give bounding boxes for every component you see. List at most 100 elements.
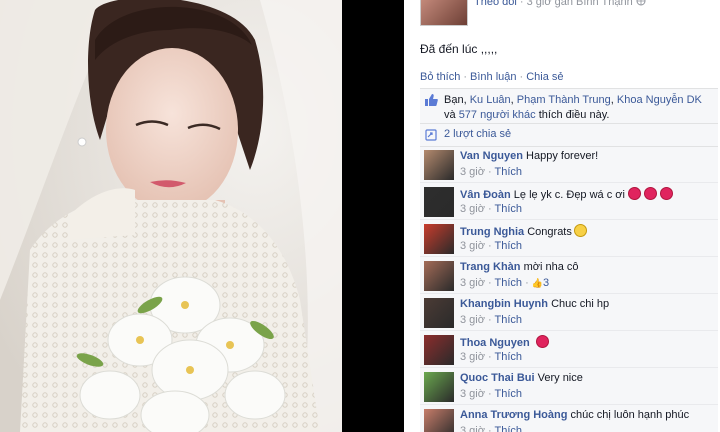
comment-text: Congrats [527, 226, 572, 238]
comment-text: mời nha cô [523, 261, 579, 273]
commenter-name[interactable]: Anna Trương Hoàng [460, 409, 567, 421]
commenter-name[interactable]: Quoc Thai Bui [460, 372, 535, 384]
comment-text: Chuc chi hp [551, 298, 610, 310]
share-icon [425, 129, 437, 141]
shares-count[interactable]: 2 lượt chia sẻ [444, 128, 511, 140]
globe-icon [636, 0, 646, 6]
shares-summary[interactable]: 2 lượt chia sẻ [420, 124, 718, 147]
separator-dot: · [484, 166, 495, 178]
smile-emoji-icon [573, 224, 587, 237]
comment-meta: 3 giờ · Thích [460, 166, 522, 178]
comment-item: Vân Đoàn Lẹ lẹ yk c. Đẹp wá c ơi 3 giờ · … [420, 183, 718, 220]
bride-photo-image [0, 0, 342, 432]
comment-line: Quoc Thai Bui Very nice [460, 372, 583, 384]
commenter-name[interactable]: Khangbin Huynh [460, 298, 548, 310]
comment-item: Anna Trương Hoàng chúc chị luôn hạnh phú… [420, 405, 718, 432]
commenter-name[interactable]: Trang Khàn [460, 261, 521, 273]
separator-dot: · [484, 425, 495, 432]
thumbs-up-icon: 👍 [531, 278, 544, 288]
comment-line: Van Nguyen Happy forever! [460, 150, 598, 162]
comment-item: Trung Nghia Congrats 3 giờ · Thích [420, 220, 718, 257]
separator-dot: · [522, 277, 532, 289]
separator-dot: · [519, 71, 524, 83]
other-likers-link[interactable]: 577 người khác [459, 109, 536, 121]
comment-line: Anna Trương Hoàng chúc chị luôn hạnh phú… [460, 409, 689, 421]
comment-line: Vân Đoàn Lẹ lẹ yk c. Đẹp wá c ơi [460, 187, 673, 201]
likes-text: Bạn, Ku Luân, Phạm Thành Trung, Khoa Ngu… [444, 94, 702, 121]
comment-time[interactable]: 3 giờ [460, 388, 485, 400]
comment-time[interactable]: 3 giờ [460, 166, 485, 178]
commenter-name[interactable]: Trung Nghia [460, 226, 524, 238]
commenter-avatar[interactable] [424, 187, 454, 217]
comment-meta: 3 giờ · Thích [460, 388, 522, 400]
comment-meta: 3 giờ · Thích [460, 314, 522, 326]
likes-suffix: thích điều này. [538, 109, 610, 121]
comment-like-link[interactable]: Thích [495, 166, 523, 178]
unlike-link[interactable]: Bỏ thích [420, 71, 460, 83]
comment-time[interactable]: 3 giờ [460, 277, 485, 289]
heart-emoji-icon [643, 187, 657, 200]
post-text: Đã đến lúc ,,,,, [420, 42, 498, 56]
comment-line: Trang Khàn mời nha cô [460, 261, 578, 273]
commenter-avatar[interactable] [424, 335, 454, 365]
commenter-name[interactable]: Thoa Nguyen [460, 337, 530, 349]
liker-name[interactable]: Khoa Nguyễn DK [617, 94, 702, 106]
comment-like-link[interactable]: Thích [495, 388, 523, 400]
comment-like-count[interactable]: 3 [543, 277, 549, 289]
commenter-avatar[interactable] [424, 150, 454, 180]
comment-like-link[interactable]: Thích [495, 240, 523, 252]
post-time-location: · 3 giờ gần Bình Thạnh [519, 0, 633, 8]
comment-time[interactable]: 3 giờ [460, 425, 485, 432]
heart-emoji-icon [627, 187, 641, 200]
comment-meta: 3 giờ · Thích [460, 425, 522, 432]
commenter-name[interactable]: Van Nguyen [460, 150, 523, 162]
separator-dot: · [484, 277, 495, 289]
comment-text: Very nice [537, 372, 583, 384]
comment-like-link[interactable]: Thích [495, 425, 523, 432]
separator-dot: · [484, 314, 495, 326]
likes-prefix: Bạn, [444, 94, 470, 106]
comment-meta: 3 giờ · Thích [460, 351, 522, 363]
comment-line: Khangbin Huynh Chuc chi hp [460, 298, 609, 310]
comment-time[interactable]: 3 giờ [460, 351, 485, 363]
comment-like-link[interactable]: Thích [495, 277, 523, 289]
poster-header: Theo dõi · 3 giờ gần Bình Thạnh [420, 0, 720, 26]
comment-time[interactable]: 3 giờ [460, 240, 485, 252]
comment-time[interactable]: 3 giờ [460, 203, 485, 215]
commenter-avatar[interactable] [424, 224, 454, 254]
feedback-panel: Bạn, Ku Luân, Phạm Thành Trung, Khoa Ngu… [420, 88, 718, 432]
comment-like-link[interactable]: Thích [495, 351, 523, 363]
comment-time[interactable]: 3 giờ [460, 314, 485, 326]
commenter-avatar[interactable] [424, 372, 454, 402]
comment-item: Trang Khàn mời nha cô 3 giờ · Thích · 👍3 [420, 257, 718, 294]
photo-sidebar: Theo dõi · 3 giờ gần Bình Thạnh Đã đến l… [404, 0, 720, 432]
photo-viewer-background [342, 0, 404, 432]
follow-link[interactable]: Theo dõi [474, 0, 517, 8]
separator-dot: · [484, 351, 495, 363]
comment-text: Happy forever! [526, 150, 599, 162]
commenter-avatar[interactable] [424, 261, 454, 291]
separator-dot: · [484, 240, 495, 252]
comment-line: Trung Nghia Congrats [460, 224, 587, 238]
commenter-name[interactable]: Vân Đoàn [460, 189, 511, 201]
comment-line: Thoa Nguyen [460, 335, 549, 349]
heart-emoji-icon [535, 335, 549, 348]
commenter-avatar[interactable] [424, 409, 454, 432]
comment-like-link[interactable]: Thích [495, 203, 523, 215]
post-actions: Bỏ thích · Bình luận · Chia sẻ [420, 71, 563, 83]
post-photo[interactable] [0, 0, 342, 432]
poster-avatar[interactable] [420, 0, 468, 26]
poster-meta: Theo dõi · 3 giờ gần Bình Thạnh [474, 0, 646, 8]
liker-name[interactable]: Phạm Thành Trung [517, 94, 611, 106]
comment-meta: 3 giờ · Thích [460, 240, 522, 252]
share-link[interactable]: Chia sẻ [526, 71, 563, 83]
comment-link[interactable]: Bình luận [470, 71, 516, 83]
separator-dot: · [484, 388, 495, 400]
comment-like-link[interactable]: Thích [495, 314, 523, 326]
commenter-avatar[interactable] [424, 298, 454, 328]
liker-name[interactable]: Ku Luân [470, 94, 511, 106]
separator-dot: · [463, 71, 468, 83]
separator-dot: · [484, 203, 495, 215]
likes-summary: Bạn, Ku Luân, Phạm Thành Trung, Khoa Ngu… [420, 89, 718, 124]
heart-emoji-icon [659, 187, 673, 200]
